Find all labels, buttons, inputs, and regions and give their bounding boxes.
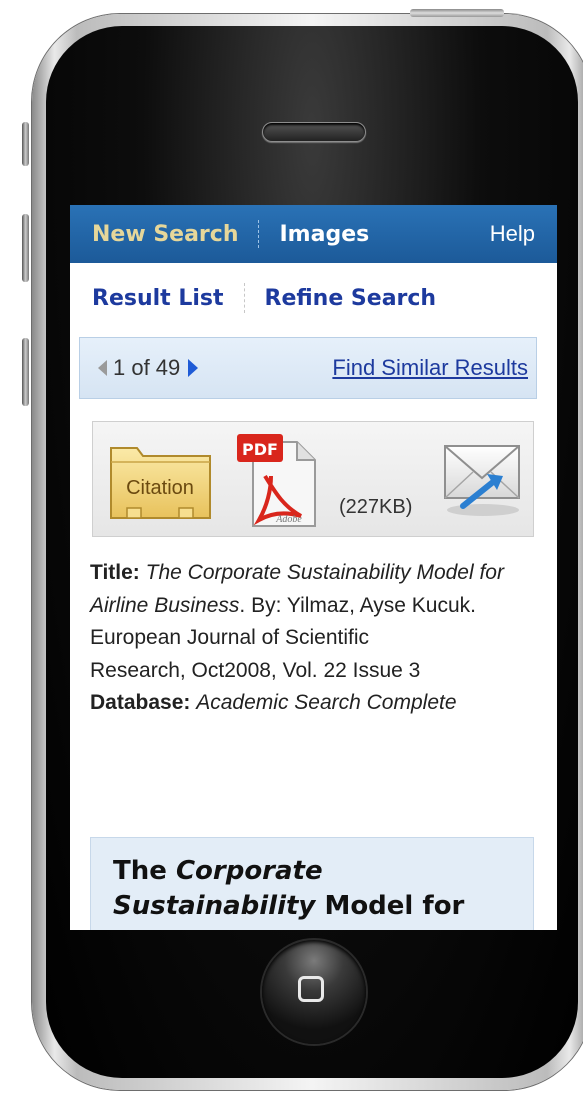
home-button[interactable]: [262, 940, 366, 1044]
secondary-navigation: Result List Refine Search: [70, 263, 557, 333]
earpiece-speaker: [262, 122, 366, 142]
title-label: Title:: [90, 561, 140, 584]
article-title-part: The: [113, 856, 176, 886]
journal-line-2: Research, Oct2008, Vol. 22 Issue 3: [90, 658, 421, 682]
citation-folder-icon[interactable]: Citation: [109, 442, 212, 524]
result-list-link[interactable]: Result List: [92, 286, 224, 311]
power-button: [410, 9, 504, 17]
record-toolbar: Citation PDF Adobe (227KB): [92, 421, 534, 537]
phone-screen: New Search Images Help Result List Refin…: [70, 205, 557, 930]
volume-down-button: [22, 338, 29, 406]
article-title-emphasis: Sustainability: [113, 891, 316, 921]
database-value: Academic Search Complete: [196, 691, 457, 714]
nav-divider: [258, 220, 260, 248]
journal-line-1: European Journal of Scientific: [90, 626, 369, 649]
result-position: 1 of 49: [113, 355, 181, 380]
mute-switch: [22, 122, 29, 166]
article-title-part: Model for: [315, 891, 465, 921]
new-search-link[interactable]: New Search: [92, 222, 238, 247]
find-similar-link[interactable]: Find Similar Results: [332, 355, 528, 381]
top-navigation: New Search Images Help: [70, 205, 557, 263]
pdf-file-size: (227KB): [339, 496, 413, 518]
volume-up-button: [22, 214, 29, 282]
help-link[interactable]: Help: [490, 221, 535, 247]
record-details: Title: The Corporate Sustainability Mode…: [90, 557, 530, 720]
database-label: Database:: [90, 691, 191, 714]
adobe-label: Adobe: [275, 514, 302, 525]
next-result-icon[interactable]: [188, 359, 199, 377]
record-authors: . By: Yilmaz, Ayse Kucuk.: [239, 593, 476, 617]
home-square-icon: [298, 976, 324, 1002]
result-pager: 1 of 49 Find Similar Results: [79, 337, 537, 399]
citation-label: Citation: [126, 477, 194, 499]
previous-result-icon[interactable]: [98, 360, 107, 376]
pdf-icon[interactable]: PDF Adobe: [237, 430, 319, 528]
article-header-box: The Corporate Sustainability Model for: [90, 837, 534, 930]
pdf-label: PDF: [242, 440, 278, 459]
article-title-emphasis: Corporate: [175, 856, 323, 886]
images-link[interactable]: Images: [279, 222, 369, 247]
refine-search-link[interactable]: Refine Search: [265, 286, 437, 311]
email-icon[interactable]: [441, 440, 523, 520]
subnav-divider: [243, 283, 245, 313]
